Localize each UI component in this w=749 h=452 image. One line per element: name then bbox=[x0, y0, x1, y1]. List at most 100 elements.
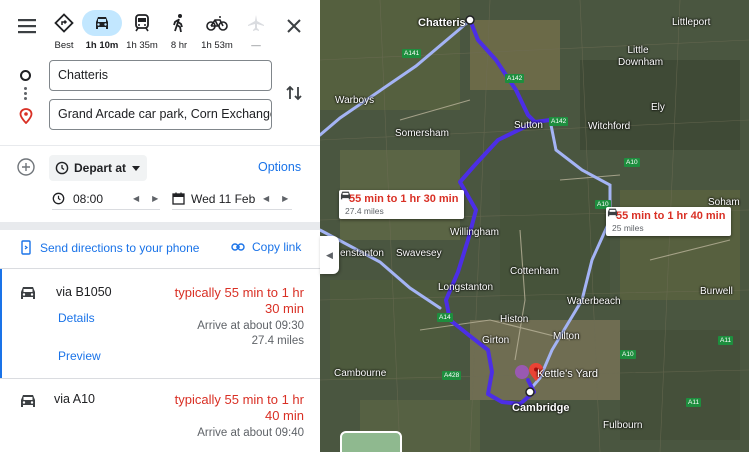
collapse-panel-button[interactable]: ◀ bbox=[320, 236, 339, 274]
mode-transit-time: 1h 35m bbox=[126, 40, 158, 51]
road-shield: A141 bbox=[402, 49, 422, 58]
menu-icon[interactable] bbox=[14, 14, 40, 38]
depart-at-label: Depart at bbox=[74, 161, 127, 175]
place-label: Burwell bbox=[700, 286, 733, 297]
road-shield: A10 bbox=[624, 158, 640, 167]
chevron-left-icon: ◀ bbox=[326, 249, 333, 260]
route-callout-1[interactable]: 55 min to 1 hr 30 min 27.4 miles bbox=[339, 190, 465, 219]
place-label: Littleport bbox=[672, 17, 711, 28]
clock-icon bbox=[55, 161, 69, 175]
destination-pin-icon bbox=[19, 108, 33, 124]
send-to-phone-link[interactable]: Send directions to your phone bbox=[20, 240, 199, 255]
route-option-1[interactable]: via B1050 typically 55 min to 1 hr 30 mi… bbox=[0, 269, 320, 378]
chevron-left-icon[interactable]: ◀ bbox=[263, 194, 269, 203]
mode-best-label: Best bbox=[54, 40, 74, 51]
place-label: Ely bbox=[651, 102, 665, 113]
chevron-left-icon[interactable]: ◀ bbox=[133, 194, 139, 203]
mode-flights[interactable]: — bbox=[236, 10, 276, 56]
swap-icon[interactable] bbox=[283, 82, 305, 104]
start-input[interactable]: Chatteris bbox=[49, 60, 272, 91]
mode-cycling[interactable]: 1h 53m bbox=[197, 10, 237, 56]
mode-flights-time: — bbox=[251, 40, 261, 51]
route-duration: typically 55 min to 1 hr 40 min bbox=[174, 392, 304, 423]
callout-distance: 27.4 miles bbox=[345, 206, 384, 216]
place-label: Little Downham bbox=[618, 45, 664, 68]
place-label: Milton bbox=[553, 331, 580, 342]
callout-duration: 55 min to 1 hr 30 min bbox=[349, 193, 459, 205]
depart-time-value: 08:00 bbox=[73, 191, 104, 206]
car-icon bbox=[21, 287, 35, 299]
link-icon bbox=[231, 243, 245, 251]
callout-duration: 55 min to 1 hr 40 min bbox=[616, 210, 726, 222]
mode-walking[interactable]: 8 hr bbox=[159, 10, 199, 56]
depart-time-field[interactable]: 08:00 ◀ ▶ bbox=[52, 188, 160, 210]
place-label: Longstanton bbox=[438, 282, 494, 293]
travel-mode-bar: Best 1h 10m 1h 35m 8 hr 1h 53m — bbox=[0, 0, 320, 58]
mode-car-time: 1h 10m bbox=[85, 40, 119, 51]
place-label: Waterbeach bbox=[567, 296, 621, 307]
car-icon bbox=[21, 395, 35, 407]
map-canvas[interactable]: Chatteris Littleport Little Downham Warb… bbox=[320, 0, 749, 452]
send-to-phone-label: Send directions to your phone bbox=[40, 240, 200, 255]
place-label: Chatteris bbox=[418, 17, 466, 29]
start-point-icon bbox=[20, 70, 31, 81]
bicycle-icon bbox=[206, 16, 228, 31]
place-label: Willingham bbox=[450, 227, 499, 238]
place-label: Kettle's Yard bbox=[537, 368, 599, 380]
place-label: Swavesey bbox=[396, 248, 442, 259]
close-icon[interactable] bbox=[282, 14, 306, 38]
depart-at-button[interactable]: Depart at bbox=[49, 155, 147, 181]
car-icon bbox=[607, 208, 618, 217]
place-label: Cottenham bbox=[510, 266, 559, 277]
divider bbox=[0, 145, 320, 146]
calendar-icon bbox=[172, 192, 185, 205]
road-shield: A11 bbox=[718, 336, 734, 345]
chevron-right-icon[interactable]: ▶ bbox=[282, 194, 288, 203]
place-label: enstanton bbox=[340, 248, 384, 259]
place-label: Warboys bbox=[335, 95, 375, 106]
place-label: Somersham bbox=[395, 128, 449, 139]
clock-icon bbox=[52, 192, 65, 205]
route-arrive-time: Arrive at about 09:30 bbox=[197, 320, 304, 332]
route-via: via B1050 bbox=[56, 285, 112, 299]
place-label: Cambridge bbox=[512, 402, 570, 414]
place-label: Histon bbox=[500, 314, 529, 325]
route-option-2[interactable]: via A10 typically 55 min to 1 hr 40 min … bbox=[0, 379, 320, 452]
route-distance: 27.4 miles bbox=[251, 335, 304, 347]
mode-car[interactable]: 1h 10m bbox=[82, 10, 122, 56]
road-shield: A10 bbox=[620, 350, 636, 359]
copy-link-label: Copy link bbox=[252, 240, 302, 254]
route-callout-2[interactable]: 55 min to 1 hr 40 min 25 miles bbox=[606, 207, 732, 236]
directions-panel: Best 1h 10m 1h 35m 8 hr 1h 53m — Chatter… bbox=[0, 0, 320, 452]
road-shield: A142 bbox=[505, 74, 525, 83]
mode-transit[interactable]: 1h 35m bbox=[122, 10, 162, 56]
callout-distance: 25 miles bbox=[612, 223, 644, 233]
place-label: Witchford bbox=[588, 121, 631, 132]
place-label: Fulbourn bbox=[603, 420, 643, 431]
flight-icon bbox=[248, 15, 264, 31]
add-destination-icon[interactable] bbox=[16, 157, 36, 177]
place-label: Sutton bbox=[514, 120, 543, 131]
caret-down-icon bbox=[132, 165, 141, 171]
train-icon bbox=[135, 14, 149, 32]
copy-link-button[interactable]: Copy link bbox=[231, 240, 301, 254]
depart-date-value: Wed 11 Feb bbox=[191, 191, 256, 206]
phone-icon bbox=[21, 240, 31, 255]
section-divider bbox=[0, 222, 320, 230]
layers-button[interactable] bbox=[340, 431, 402, 452]
chevron-right-icon[interactable]: ▶ bbox=[152, 194, 158, 203]
mode-best[interactable]: Best bbox=[44, 10, 84, 56]
depart-date-field[interactable]: Wed 11 Feb ◀ ▶ bbox=[172, 188, 292, 210]
route-arrive-time: Arrive at about 09:40 bbox=[197, 427, 304, 439]
road-shield: A142 bbox=[549, 117, 569, 126]
walking-icon bbox=[173, 14, 183, 33]
place-label: Cambourne bbox=[334, 368, 387, 379]
details-link[interactable]: Details bbox=[58, 311, 95, 325]
preview-link[interactable]: Preview bbox=[58, 349, 101, 363]
car-icon bbox=[96, 17, 108, 29]
place-label: Girton bbox=[482, 335, 510, 346]
route-dots-icon bbox=[24, 87, 27, 101]
destination-input[interactable]: Grand Arcade car park, Corn Exchange S bbox=[49, 99, 272, 130]
car-icon bbox=[340, 191, 351, 200]
options-link[interactable]: Options bbox=[258, 160, 301, 174]
